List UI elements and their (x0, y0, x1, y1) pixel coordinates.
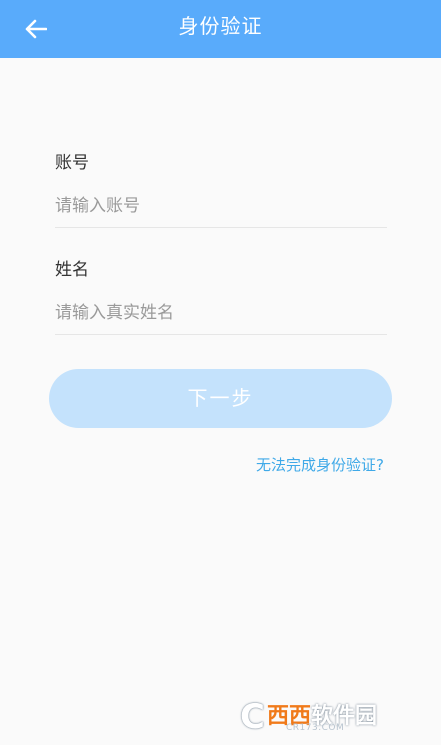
name-divider (55, 334, 387, 335)
name-field: 姓名 (55, 258, 387, 335)
watermark-logo: C 西西软件园 CR173.COM (240, 697, 425, 737)
account-label: 账号 (55, 153, 89, 173)
account-field: 账号 (55, 151, 387, 228)
identity-verification-screen: 身份验证 账号 姓名 下一步 无法完成身份验证? C 西西软件园 CR173.C… (0, 0, 441, 745)
watermark-letter: C (240, 697, 265, 737)
account-input[interactable] (55, 193, 387, 219)
cannot-verify-link[interactable]: 无法完成身份验证? (256, 454, 384, 475)
next-step-button[interactable]: 下一步 (49, 369, 392, 428)
top-app-bar: 身份验证 (0, 0, 441, 58)
name-label: 姓名 (55, 260, 89, 280)
page-title: 身份验证 (178, 14, 263, 38)
real-name-input[interactable] (55, 300, 387, 326)
account-divider (55, 227, 387, 228)
watermark-site: CR173.COM (286, 723, 345, 733)
